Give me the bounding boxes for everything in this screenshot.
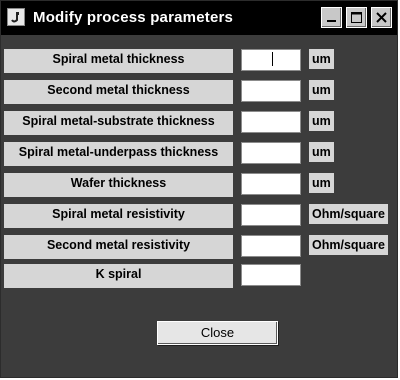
param-row-second-metal-resistivity: Second metal resistivity Ohm/square [1,235,397,261]
spiral-metal-thickness-input[interactable] [241,49,301,71]
param-unit: Ohm/square [309,235,388,255]
second-metal-resistivity-input[interactable] [241,235,301,257]
param-unit: um [309,111,334,131]
spiral-metal-thickness-field-wrap [241,49,301,71]
spiral-metal-resistivity-input[interactable] [241,204,301,226]
param-label: Second metal thickness [4,80,233,104]
param-row-spiral-metal-thickness: Spiral metal thickness um [1,49,397,75]
param-label: K spiral [4,264,233,288]
close-window-button[interactable] [371,7,392,28]
dialog-window: Modify process parameters Spiral metal t… [0,0,398,378]
close-button[interactable]: Close [157,321,278,345]
param-label: Spiral metal-substrate thickness [4,111,233,135]
spiral-metal-underpass-thickness-input[interactable] [241,142,301,164]
window-title: Modify process parameters [33,9,234,26]
title-bar[interactable]: Modify process parameters [1,1,397,35]
param-row-wafer-thickness: Wafer thickness um [1,173,397,199]
param-row-spiral-metal-substrate-thickness: Spiral metal-substrate thickness um [1,111,397,137]
maximize-button[interactable] [346,7,367,28]
param-label: Spiral metal resistivity [4,204,233,228]
spiral-metal-substrate-thickness-input[interactable] [241,111,301,133]
param-label: Second metal resistivity [4,235,233,259]
param-unit: um [309,80,334,100]
param-unit: um [309,49,334,69]
wafer-thickness-input[interactable] [241,173,301,195]
k-spiral-input[interactable] [241,264,301,286]
param-label: Spiral metal-underpass thickness [4,142,233,166]
text-caret [272,52,273,66]
second-metal-thickness-input[interactable] [241,80,301,102]
param-label: Spiral metal thickness [4,49,233,73]
minimize-button[interactable] [321,7,342,28]
param-row-k-spiral: K spiral [1,264,397,290]
minimize-icon [327,20,336,22]
param-unit: um [309,173,334,193]
param-row-spiral-metal-underpass-thickness: Spiral metal-underpass thickness um [1,142,397,168]
app-icon[interactable] [7,8,25,26]
maximize-icon [351,12,362,23]
param-label: Wafer thickness [4,173,233,197]
param-unit: um [309,142,334,162]
param-row-second-metal-thickness: Second metal thickness um [1,80,397,106]
param-row-spiral-metal-resistivity: Spiral metal resistivity Ohm/square [1,204,397,230]
close-icon [376,12,387,23]
param-unit: Ohm/square [309,204,388,224]
